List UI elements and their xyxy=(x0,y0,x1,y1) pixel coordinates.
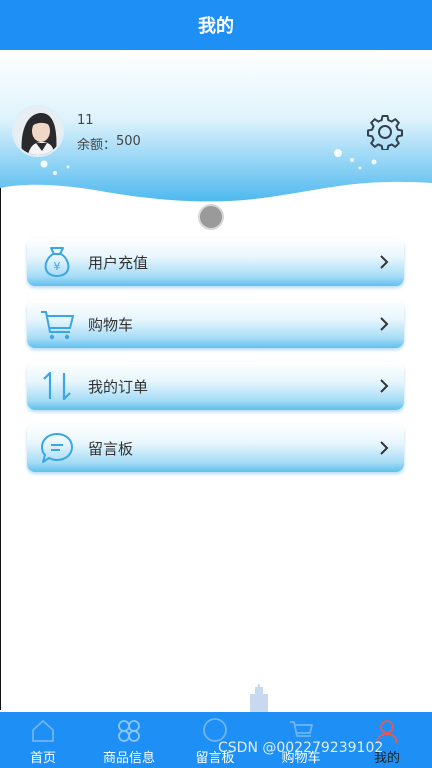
chevron-right-icon xyxy=(380,441,389,455)
chevron-right-icon xyxy=(380,379,389,393)
grid-icon xyxy=(118,720,140,742)
home-icon xyxy=(32,720,54,742)
tab-label: 商品信息 xyxy=(102,751,155,766)
menu-item-label: 我的订单 xyxy=(88,378,149,396)
building-decoration-icon xyxy=(250,684,268,712)
avatar[interactable] xyxy=(12,105,64,157)
tab-products[interactable]: 商品信息 xyxy=(86,712,172,768)
svg-text:¥: ¥ xyxy=(54,260,61,273)
settings-gear-icon[interactable] xyxy=(367,114,403,151)
chat-bubble-icon xyxy=(39,430,75,466)
menu-item-recharge[interactable]: ¥ 用户充值 xyxy=(27,238,404,286)
watermark: CSDN @002279239102 xyxy=(218,740,384,756)
money-bag-icon: ¥ xyxy=(39,244,75,280)
menu-item-label: 购物车 xyxy=(88,316,134,334)
profile-header: 11 余额： 500 xyxy=(0,50,432,210)
tab-label: 首页 xyxy=(29,751,56,766)
menu-item-message-board[interactable]: 留言板 xyxy=(27,424,404,472)
floating-action-dot[interactable] xyxy=(198,204,224,230)
page-title: 我的 xyxy=(198,16,234,37)
sort-arrows-icon xyxy=(39,368,75,404)
balance-value: 500 xyxy=(116,134,141,149)
balance-row: 余额： 500 xyxy=(77,134,141,153)
cart-icon xyxy=(39,306,75,342)
chevron-right-icon xyxy=(380,255,389,269)
chevron-right-icon xyxy=(380,317,389,331)
user-id: 11 xyxy=(77,113,94,128)
menu-item-label: 用户充值 xyxy=(88,254,149,272)
menu-item-orders[interactable]: 我的订单 xyxy=(27,362,404,410)
menu-item-cart[interactable]: 购物车 xyxy=(27,300,404,348)
balance-label: 余额： xyxy=(77,138,117,153)
top-nav-bar: 我的 xyxy=(0,0,432,50)
tab-home[interactable]: 首页 xyxy=(0,712,86,768)
menu-item-label: 留言板 xyxy=(88,440,134,458)
